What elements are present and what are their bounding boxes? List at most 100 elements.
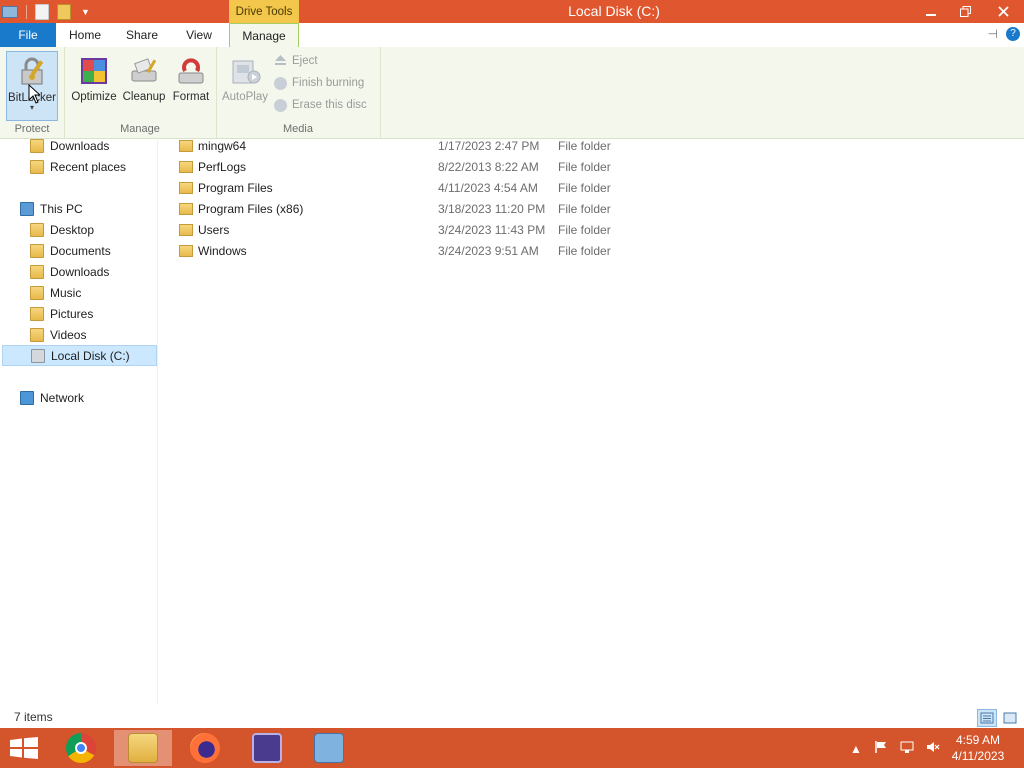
nav-item-local-disk[interactable]: Local Disk (C:) xyxy=(2,345,157,366)
cleanup-button[interactable]: Cleanup xyxy=(120,51,168,121)
details-view-button[interactable] xyxy=(977,709,997,727)
quick-access-toolbar: ▼ xyxy=(0,0,90,23)
autoplay-icon xyxy=(229,55,261,87)
volume-muted-icon[interactable] xyxy=(926,740,940,757)
nav-item-downloads[interactable]: Downloads xyxy=(30,261,109,282)
file-row[interactable]: Program Files 4/11/2023 4:54 AM File fol… xyxy=(176,178,636,199)
ribbon-manage-panel: BitLocker ▾ Protect Optimize Cleanup For… xyxy=(0,47,1024,139)
drive-tools-context-label: Drive Tools xyxy=(229,0,299,23)
minimize-button[interactable] xyxy=(914,0,948,23)
nav-item-label: Recent places xyxy=(50,159,127,174)
nav-item-recent-places[interactable]: Recent places xyxy=(30,156,126,177)
large-icons-view-icon xyxy=(1001,712,1019,729)
file-type: File folder xyxy=(558,244,611,258)
drive-app-icon[interactable] xyxy=(2,5,18,18)
optimize-button[interactable]: Optimize xyxy=(68,51,120,121)
nav-item-network[interactable]: Network xyxy=(20,387,84,408)
downloads-folder-icon xyxy=(30,138,44,153)
finish-burning-icon xyxy=(274,76,287,90)
file-explorer-icon xyxy=(128,733,158,763)
remote-desktop-icon xyxy=(314,733,344,763)
properties-icon[interactable] xyxy=(35,3,49,20)
taskbar-vscode[interactable] xyxy=(238,730,296,766)
nav-item-videos[interactable]: Videos xyxy=(30,324,86,345)
help-icon[interactable]: ? xyxy=(1006,27,1020,41)
customize-qat-dropdown-icon[interactable]: ▼ xyxy=(81,7,90,17)
format-button[interactable]: Format xyxy=(168,51,214,121)
documents-folder-icon xyxy=(30,243,44,258)
cleanup-label: Cleanup xyxy=(122,91,166,103)
nav-item-desktop[interactable]: Desktop xyxy=(30,219,94,240)
folder-icon xyxy=(179,140,193,152)
restore-button[interactable] xyxy=(948,0,982,23)
file-type: File folder xyxy=(558,202,611,216)
folder-icon xyxy=(179,224,193,236)
finish-burning-button[interactable]: Finish burning xyxy=(274,73,364,93)
tab-share[interactable]: Share xyxy=(114,23,170,47)
windows-logo-icon xyxy=(10,737,38,762)
file-name: Users xyxy=(198,223,230,237)
this-pc-icon xyxy=(20,201,34,216)
action-center-flag-icon[interactable] xyxy=(874,740,888,757)
close-button[interactable] xyxy=(982,0,1024,23)
taskbar-file-explorer[interactable] xyxy=(114,730,172,766)
show-hidden-icons-icon[interactable]: ▲ xyxy=(850,742,862,756)
nav-item-label: Desktop xyxy=(50,222,95,237)
file-date-modified: 3/18/2023 11:20 PM xyxy=(438,202,546,216)
optimize-icon xyxy=(78,55,110,87)
bitlocker-dropdown-icon: ▾ xyxy=(29,103,34,112)
file-name: Program Files xyxy=(198,181,273,195)
nav-item-downloads-favorite[interactable]: Downloads xyxy=(30,135,109,156)
cleanup-icon xyxy=(128,55,160,87)
vscode-icon xyxy=(252,733,282,763)
file-row[interactable]: PerfLogs 8/22/2013 8:22 AM File folder xyxy=(176,157,636,178)
chrome-icon xyxy=(66,733,96,763)
file-date-modified: 1/17/2023 2:47 PM xyxy=(438,139,540,153)
file-type: File folder xyxy=(558,181,611,195)
local-disk-icon xyxy=(31,348,45,363)
downloads-folder-icon xyxy=(30,264,44,279)
details-view-icon xyxy=(978,712,996,729)
taskbar-remote-desktop[interactable] xyxy=(300,730,358,766)
eject-button[interactable]: Eject xyxy=(274,51,318,71)
folder-icon xyxy=(179,182,193,194)
file-date-modified: 3/24/2023 9:51 AM xyxy=(438,244,539,258)
optimize-label: Optimize xyxy=(71,91,117,103)
file-row[interactable]: Windows 3/24/2023 9:51 AM File folder xyxy=(176,241,636,262)
nav-item-music[interactable]: Music xyxy=(30,282,81,303)
title-bar: ▼ Drive Tools Local Disk (C:) xyxy=(0,0,1024,23)
videos-folder-icon xyxy=(30,327,44,342)
clock-date: 4/11/2023 xyxy=(951,749,1005,763)
pane-splitter[interactable] xyxy=(157,138,158,704)
taskbar-chrome[interactable] xyxy=(52,730,110,766)
large-icons-view-button[interactable] xyxy=(1000,709,1020,727)
nav-item-pictures[interactable]: Pictures xyxy=(30,303,93,324)
new-folder-icon[interactable] xyxy=(57,3,71,20)
tab-file[interactable]: File xyxy=(0,23,56,47)
pin-ribbon-icon[interactable]: ⊣ xyxy=(988,27,998,41)
tab-home[interactable]: Home xyxy=(58,23,112,47)
group-manage-label: Manage xyxy=(120,123,160,135)
tab-view[interactable]: View xyxy=(172,23,226,47)
file-row[interactable]: Program Files (x86) 3/18/2023 11:20 PM F… xyxy=(176,199,636,220)
qat-separator xyxy=(26,4,27,19)
eject-label: Eject xyxy=(292,55,318,67)
clock-time: 4:59 AM xyxy=(955,733,1001,747)
taskbar-clock[interactable]: 4:59 AM 4/11/2023 xyxy=(948,732,1008,764)
format-label: Format xyxy=(172,91,210,103)
desktop-folder-icon xyxy=(30,222,44,237)
group-protect-label: Protect xyxy=(14,123,50,135)
pictures-folder-icon xyxy=(30,306,44,321)
erase-disc-button[interactable]: Erase this disc xyxy=(274,95,367,115)
eject-icon xyxy=(274,53,287,69)
nav-item-documents[interactable]: Documents xyxy=(30,240,111,261)
autoplay-button[interactable]: AutoPlay xyxy=(218,51,272,121)
tab-manage[interactable]: Manage xyxy=(229,23,299,47)
file-row[interactable]: Users 3/24/2023 11:43 PM File folder xyxy=(176,220,636,241)
ribbon-right-controls: ⊣ ? xyxy=(988,27,1020,41)
start-button[interactable] xyxy=(10,737,38,759)
network-status-icon[interactable] xyxy=(900,740,914,757)
file-row[interactable]: mingw64 1/17/2023 2:47 PM File folder xyxy=(176,136,636,157)
nav-item-this-pc[interactable]: This PC xyxy=(20,198,83,219)
taskbar-firefox[interactable] xyxy=(176,730,234,766)
